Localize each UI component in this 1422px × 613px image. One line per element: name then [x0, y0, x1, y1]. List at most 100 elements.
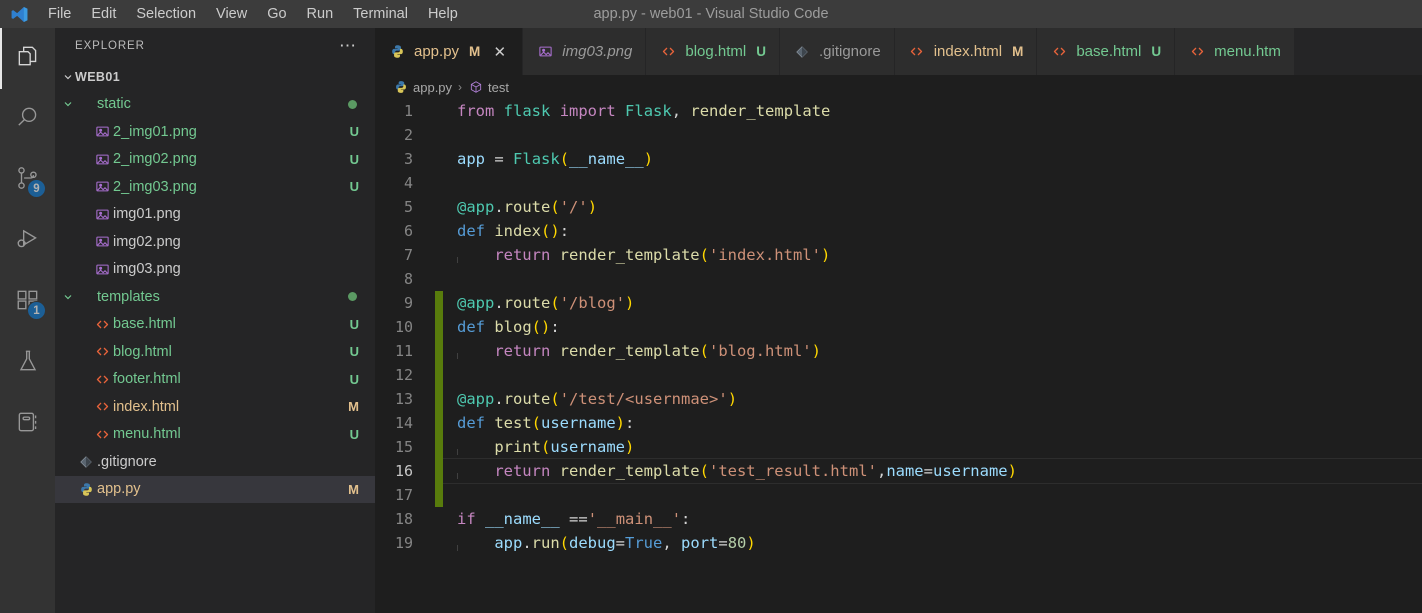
html-icon — [91, 399, 113, 414]
code-text: if __name__ =='__main__': — [457, 510, 691, 528]
tree-item-img02-png[interactable]: img02.png — [55, 228, 375, 256]
git-gutter-marker — [435, 315, 443, 339]
tree-item-label: blog.html — [113, 343, 172, 360]
code-text: return render_template('index.html') — [457, 246, 831, 264]
tree-item-blog-html[interactable]: blog.html U — [55, 338, 375, 366]
tab-gitignore[interactable]: .gitignore — [779, 28, 895, 75]
tree-item-2-img01-png[interactable]: 2_img01.png U — [55, 118, 375, 146]
html-icon — [659, 44, 677, 59]
git-gutter-marker — [435, 435, 443, 459]
code-line[interactable]: 8 — [375, 267, 1422, 291]
activity-item-search[interactable] — [0, 89, 55, 150]
tree-item-footer-html[interactable]: footer.html U — [55, 366, 375, 394]
line-number: 15 — [394, 438, 413, 456]
code-line[interactable]: 17 — [375, 483, 1422, 507]
tree-item-label: 2_img03.png — [113, 178, 197, 195]
tab-app-py[interactable]: app.py M ✕ — [375, 28, 524, 75]
tab-img03-png[interactable]: img03.png — [523, 28, 647, 75]
activity-item-extensions[interactable]: 1 — [0, 272, 55, 333]
activity-item-run-debug[interactable] — [0, 211, 55, 272]
git-gutter-marker — [435, 195, 443, 219]
menu-item-view[interactable]: View — [206, 0, 257, 28]
folder-change-dot — [348, 99, 357, 109]
code-line[interactable]: 1 from flask import Flask, render_templat… — [375, 99, 1422, 123]
source-control-badge: 9 — [27, 179, 46, 198]
code-line[interactable]: 10 def blog(): — [375, 315, 1422, 339]
git-gutter-marker — [435, 459, 443, 483]
code-line[interactable]: 4 — [375, 171, 1422, 195]
git-gutter-marker — [435, 171, 443, 195]
code-line[interactable]: 13 @app.route('/test/<usernmae>') — [375, 387, 1422, 411]
git-gutter-marker — [435, 531, 443, 555]
tree-item-index-html[interactable]: index.html M — [55, 393, 375, 421]
tree-item-templates[interactable]: templates — [55, 283, 375, 311]
tree-item-decoration: U — [349, 179, 359, 195]
line-number: 10 — [394, 318, 413, 336]
tree-item-2-img02-png[interactable]: 2_img02.png U — [55, 146, 375, 174]
code-line[interactable]: 12 — [375, 363, 1422, 387]
chevron-down-icon — [61, 71, 75, 83]
activity-item-database[interactable] — [0, 394, 55, 455]
code-line[interactable]: 14 def test(username): — [375, 411, 1422, 435]
menu-item-run[interactable]: Run — [297, 0, 344, 28]
line-number: 5 — [403, 198, 413, 216]
tree-item-label: img01.png — [113, 206, 181, 223]
chevron-down-icon — [61, 98, 75, 110]
python-icon — [393, 80, 408, 94]
code-line[interactable]: 9 @app.route('/blog') — [375, 291, 1422, 315]
tab-base-html[interactable]: base.html U — [1037, 28, 1176, 75]
tree-item-label: index.html — [113, 398, 180, 415]
menu-item-terminal[interactable]: Terminal — [343, 0, 418, 28]
tree-item-2-img03-png[interactable]: 2_img03.png U — [55, 173, 375, 201]
code-text: from flask import Flask, render_template — [457, 102, 831, 120]
activity-item-explorer[interactable] — [0, 28, 55, 89]
menu-item-selection[interactable]: Selection — [126, 0, 206, 28]
code-line[interactable]: 3 app = Flask(__name__) — [375, 147, 1422, 171]
tree-item-decoration: M — [348, 481, 359, 497]
menu-item-help[interactable]: Help — [418, 0, 468, 28]
code-line[interactable]: 2 — [375, 123, 1422, 147]
tree-item-menu-html[interactable]: menu.html U — [55, 421, 375, 449]
image-icon — [91, 207, 113, 222]
code-line[interactable]: 16 return render_template('test_result.ht… — [375, 458, 1422, 484]
ellipsis-icon[interactable]: ⋯ — [325, 37, 371, 54]
code-line[interactable]: 6 def index(): — [375, 219, 1422, 243]
tree-item-img03-png[interactable]: img03.png — [55, 256, 375, 284]
files-icon — [15, 43, 41, 74]
tab-blog-html[interactable]: blog.html U — [646, 28, 780, 75]
code-line[interactable]: 15 print(username) — [375, 435, 1422, 459]
code-editor[interactable]: 1 from flask import Flask, render_templat… — [375, 99, 1422, 613]
image-icon — [91, 234, 113, 249]
code-line[interactable]: 19 app.run(debug=True, port=80) — [375, 531, 1422, 555]
tab-label: index.html — [933, 43, 1003, 60]
tree-item-static[interactable]: static — [55, 91, 375, 119]
python-icon — [388, 44, 406, 59]
code-line[interactable]: 5 @app.route('/') — [375, 195, 1422, 219]
code-text: def index(): — [457, 222, 570, 240]
tree-item-app-py[interactable]: app.py M — [55, 475, 375, 503]
code-line[interactable]: 7 return render_template('index.html') — [375, 243, 1422, 267]
menu-item-edit[interactable]: Edit — [81, 0, 126, 28]
code-line[interactable]: 11 return render_template('blog.html') — [375, 339, 1422, 363]
code-line[interactable]: 18 if __name__ =='__main__': — [375, 507, 1422, 531]
menu-item-go[interactable]: Go — [257, 0, 296, 28]
breadcrumb-file[interactable]: app.py — [413, 80, 452, 95]
tree-item-decoration: U — [349, 426, 359, 442]
tree-item-label: .gitignore — [97, 453, 157, 470]
tab-dirty-badge: M — [469, 44, 481, 59]
line-number: 18 — [394, 510, 413, 528]
tab-index-html[interactable]: index.html M — [894, 28, 1038, 75]
close-icon[interactable]: ✕ — [490, 42, 509, 61]
tree-item-gitignore[interactable]: .gitignore — [55, 448, 375, 476]
tab-menu-htm[interactable]: menu.htm — [1175, 28, 1295, 75]
tree-root-label: WEB01 — [75, 69, 121, 84]
tree-root-web01[interactable]: WEB01 — [55, 63, 375, 91]
tree-item-img01-png[interactable]: img01.png — [55, 201, 375, 229]
activity-item-testing[interactable] — [0, 333, 55, 394]
git-gutter-marker — [435, 411, 443, 435]
vscode-logo-icon — [0, 0, 38, 28]
breadcrumb-symbol[interactable]: test — [488, 80, 509, 95]
menu-item-file[interactable]: File — [38, 0, 81, 28]
activity-item-source-control[interactable]: 9 — [0, 150, 55, 211]
tree-item-base-html[interactable]: base.html U — [55, 311, 375, 339]
